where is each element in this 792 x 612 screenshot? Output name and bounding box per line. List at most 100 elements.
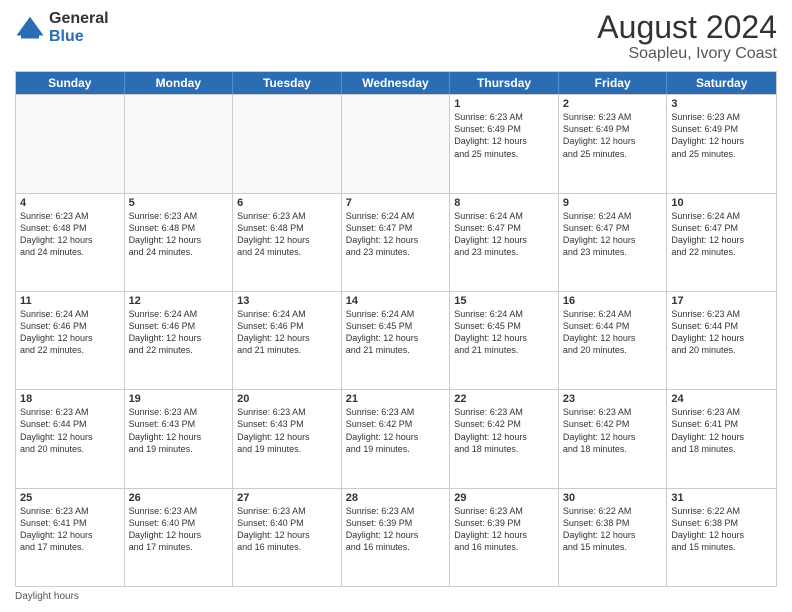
calendar-header-cell: Friday [559,72,668,94]
calendar-header-cell: Wednesday [342,72,451,94]
calendar-cell: 8Sunrise: 6:24 AM Sunset: 6:47 PM Daylig… [450,194,559,291]
calendar-cell: 11Sunrise: 6:24 AM Sunset: 6:46 PM Dayli… [16,292,125,389]
calendar-cell: 26Sunrise: 6:23 AM Sunset: 6:40 PM Dayli… [125,489,234,586]
page-title: August 2024 [597,10,777,45]
calendar-cell: 10Sunrise: 6:24 AM Sunset: 6:47 PM Dayli… [667,194,776,291]
day-info: Sunrise: 6:23 AM Sunset: 6:39 PM Dayligh… [454,505,554,554]
calendar-cell: 27Sunrise: 6:23 AM Sunset: 6:40 PM Dayli… [233,489,342,586]
day-number: 10 [671,197,772,209]
day-info: Sunrise: 6:23 AM Sunset: 6:39 PM Dayligh… [346,505,446,554]
day-info: Sunrise: 6:24 AM Sunset: 6:47 PM Dayligh… [454,210,554,259]
day-info: Sunrise: 6:23 AM Sunset: 6:44 PM Dayligh… [671,308,772,357]
calendar-cell: 6Sunrise: 6:23 AM Sunset: 6:48 PM Daylig… [233,194,342,291]
day-number: 17 [671,295,772,307]
day-number: 18 [20,393,120,405]
day-number: 29 [454,492,554,504]
calendar-body: 1 Sunrise: 6:23 AM Sunset: 6:49 PM Daylig… [16,94,776,586]
day-info: Sunrise: 6:24 AM Sunset: 6:47 PM Dayligh… [346,210,446,259]
calendar-cell: 16Sunrise: 6:24 AM Sunset: 6:44 PM Dayli… [559,292,668,389]
day-number: 23 [563,393,663,405]
calendar-cell: 23Sunrise: 6:23 AM Sunset: 6:42 PM Dayli… [559,390,668,487]
calendar-cell: 3Sunrise: 6:23 AM Sunset: 6:49 PM Daylig… [667,95,776,192]
calendar-cell: 21Sunrise: 6:23 AM Sunset: 6:42 PM Dayli… [342,390,451,487]
calendar-cell [342,95,451,192]
day-number: 30 [563,492,663,504]
calendar: SundayMondayTuesdayWednesdayThursdayFrid… [15,71,777,587]
calendar-cell: 13Sunrise: 6:24 AM Sunset: 6:46 PM Dayli… [233,292,342,389]
day-info: Sunrise: 6:23 AM Sunset: 6:40 PM Dayligh… [129,505,229,554]
calendar-cell: 7Sunrise: 6:24 AM Sunset: 6:47 PM Daylig… [342,194,451,291]
day-info: Sunrise: 6:24 AM Sunset: 6:47 PM Dayligh… [563,210,663,259]
logo-general-text: General [49,10,109,28]
calendar-cell: 22Sunrise: 6:23 AM Sunset: 6:42 PM Dayli… [450,390,559,487]
day-number: 28 [346,492,446,504]
logo: General Blue [15,10,109,45]
calendar-header-cell: Thursday [450,72,559,94]
day-info: Sunrise: 6:24 AM Sunset: 6:44 PM Dayligh… [563,308,663,357]
day-number: 14 [346,295,446,307]
day-info: Sunrise: 6:23 AM Sunset: 6:48 PM Dayligh… [129,210,229,259]
logo-icon [15,13,45,43]
day-info: Sunrise: 6:23 AM Sunset: 6:44 PM Dayligh… [20,406,120,455]
day-info: Sunrise: 6:23 AM Sunset: 6:48 PM Dayligh… [20,210,120,259]
calendar-header-cell: Sunday [16,72,125,94]
day-info: Sunrise: 6:24 AM Sunset: 6:46 PM Dayligh… [20,308,120,357]
day-info: Sunrise: 6:23 AM Sunset: 6:42 PM Dayligh… [454,406,554,455]
day-number: 15 [454,295,554,307]
day-number: 27 [237,492,337,504]
day-info: Sunrise: 6:23 AM Sunset: 6:41 PM Dayligh… [20,505,120,554]
day-number: 19 [129,393,229,405]
calendar-cell [125,95,234,192]
calendar-cell: 4Sunrise: 6:23 AM Sunset: 6:48 PM Daylig… [16,194,125,291]
calendar-cell: 29Sunrise: 6:23 AM Sunset: 6:39 PM Dayli… [450,489,559,586]
day-number: 2 [563,98,663,110]
calendar-cell: 30Sunrise: 6:22 AM Sunset: 6:38 PM Dayli… [559,489,668,586]
calendar-cell: 28Sunrise: 6:23 AM Sunset: 6:39 PM Dayli… [342,489,451,586]
day-number: 8 [454,197,554,209]
day-number: 5 [129,197,229,209]
calendar-cell: 25Sunrise: 6:23 AM Sunset: 6:41 PM Dayli… [16,489,125,586]
day-number: 22 [454,393,554,405]
day-number: 7 [346,197,446,209]
day-number: 13 [237,295,337,307]
footer-note: Daylight hours [15,591,777,602]
calendar-row: 4Sunrise: 6:23 AM Sunset: 6:48 PM Daylig… [16,193,776,291]
calendar-cell: 31Sunrise: 6:22 AM Sunset: 6:38 PM Dayli… [667,489,776,586]
calendar-header-cell: Saturday [667,72,776,94]
day-info: Sunrise: 6:23 AM Sunset: 6:49 PM Dayligh… [671,111,772,160]
calendar-cell: 9Sunrise: 6:24 AM Sunset: 6:47 PM Daylig… [559,194,668,291]
calendar-cell: 15Sunrise: 6:24 AM Sunset: 6:45 PM Dayli… [450,292,559,389]
day-info: Sunrise: 6:23 AM Sunset: 6:49 PM Dayligh… [563,111,663,160]
calendar-row: 25Sunrise: 6:23 AM Sunset: 6:41 PM Dayli… [16,488,776,586]
page-subtitle: Soapleu, Ivory Coast [597,45,777,63]
day-number: 9 [563,197,663,209]
day-info: Sunrise: 6:23 AM Sunset: 6:42 PM Dayligh… [346,406,446,455]
day-number: 16 [563,295,663,307]
day-number: 6 [237,197,337,209]
day-info: Sunrise: 6:23 AM Sunset: 6:40 PM Dayligh… [237,505,337,554]
day-number: 1 [454,98,554,110]
day-info: Sunrise: 6:23 AM Sunset: 6:42 PM Dayligh… [563,406,663,455]
day-info: Sunrise: 6:23 AM Sunset: 6:48 PM Dayligh… [237,210,337,259]
day-number: 12 [129,295,229,307]
calendar-cell [16,95,125,192]
calendar-cell: 14Sunrise: 6:24 AM Sunset: 6:45 PM Dayli… [342,292,451,389]
calendar-row: 11Sunrise: 6:24 AM Sunset: 6:46 PM Dayli… [16,291,776,389]
day-info: Sunrise: 6:23 AM Sunset: 6:41 PM Dayligh… [671,406,772,455]
calendar-row: 18Sunrise: 6:23 AM Sunset: 6:44 PM Dayli… [16,389,776,487]
day-number: 31 [671,492,772,504]
calendar-cell: 19Sunrise: 6:23 AM Sunset: 6:43 PM Dayli… [125,390,234,487]
calendar-cell: 17Sunrise: 6:23 AM Sunset: 6:44 PM Dayli… [667,292,776,389]
day-number: 11 [20,295,120,307]
calendar-header: SundayMondayTuesdayWednesdayThursdayFrid… [16,72,776,94]
day-number: 21 [346,393,446,405]
logo-text: General Blue [49,10,109,45]
calendar-cell [233,95,342,192]
calendar-cell: 20Sunrise: 6:23 AM Sunset: 6:43 PM Dayli… [233,390,342,487]
day-info: Sunrise: 6:23 AM Sunset: 6:43 PM Dayligh… [237,406,337,455]
title-block: August 2024 Soapleu, Ivory Coast [597,10,777,63]
day-number: 25 [20,492,120,504]
day-number: 4 [20,197,120,209]
page: General Blue August 2024 Soapleu, Ivory … [0,0,792,612]
calendar-cell: 12Sunrise: 6:24 AM Sunset: 6:46 PM Dayli… [125,292,234,389]
